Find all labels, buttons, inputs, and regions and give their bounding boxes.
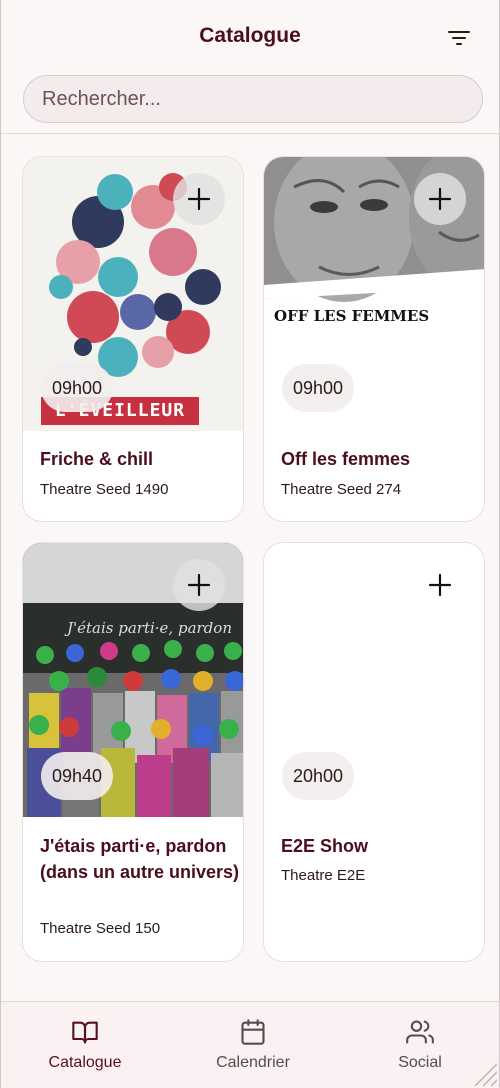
event-card[interactable]: OFF LES FEMMES 09h00 Off les femmes Thea…	[263, 156, 485, 522]
event-title: Off les femmes	[281, 449, 411, 469]
event-venue: Theatre Seed 274	[281, 481, 402, 498]
add-button[interactable]	[414, 559, 466, 611]
time-badge: 09h40	[41, 752, 113, 800]
calendar-icon	[241, 1019, 265, 1045]
nav-item-social[interactable]: Social	[350, 1018, 490, 1072]
nav-label: Calendrier	[216, 1054, 290, 1071]
users-icon	[406, 1020, 434, 1044]
add-button[interactable]	[173, 559, 225, 611]
event-card[interactable]: J'étais parti·e, pardon 09h40 J'étais pa…	[22, 542, 244, 962]
event-venue: Theatre Seed 1490	[40, 481, 169, 498]
filter-lines-icon	[448, 31, 470, 45]
search-input[interactable]	[23, 75, 483, 123]
event-title: Friche & chill	[40, 449, 154, 469]
book-icon	[72, 1021, 98, 1044]
time-badge: 20h00	[282, 752, 354, 800]
image-caption: J'étais parti·e, pardon	[67, 619, 232, 637]
nav-label: Social	[398, 1054, 442, 1071]
nav-item-catalogue[interactable]: Catalogue	[15, 1018, 155, 1072]
plus-icon	[187, 187, 211, 211]
filter-button[interactable]	[447, 26, 471, 50]
add-button[interactable]	[414, 173, 466, 225]
resize-grip-icon[interactable]	[471, 1060, 497, 1086]
time-badge: 09h00	[41, 364, 113, 412]
plus-icon	[428, 573, 452, 597]
event-card[interactable]: L'ÉVEILLEUR 09h00 Friche & chill Theatre…	[22, 156, 244, 522]
image-caption: OFF LES FEMMES	[274, 307, 430, 325]
event-venue: Theatre E2E	[281, 867, 366, 884]
nav-item-calendrier[interactable]: Calendrier	[183, 1018, 323, 1072]
event-venue: Theatre Seed 150	[40, 920, 161, 937]
app-window: Catalogue Rechercher... L'ÉVEILLEUR 09h0…	[0, 0, 500, 1088]
add-button[interactable]	[173, 173, 225, 225]
time-badge: 09h00	[282, 364, 354, 412]
header: Catalogue	[1, 0, 499, 134]
event-title: E2E Show	[281, 836, 369, 856]
event-card[interactable]: 20h00 E2E Show Theatre E2E	[263, 542, 485, 962]
plus-icon	[187, 573, 211, 597]
nav-label: Catalogue	[48, 1054, 122, 1071]
plus-icon	[428, 187, 452, 211]
event-title: J'étais parti·e, pardon (dans un autre u…	[40, 836, 240, 882]
bottom-nav: Catalogue Calendrier Social	[1, 1001, 499, 1088]
page-title: Catalogue	[199, 24, 301, 47]
